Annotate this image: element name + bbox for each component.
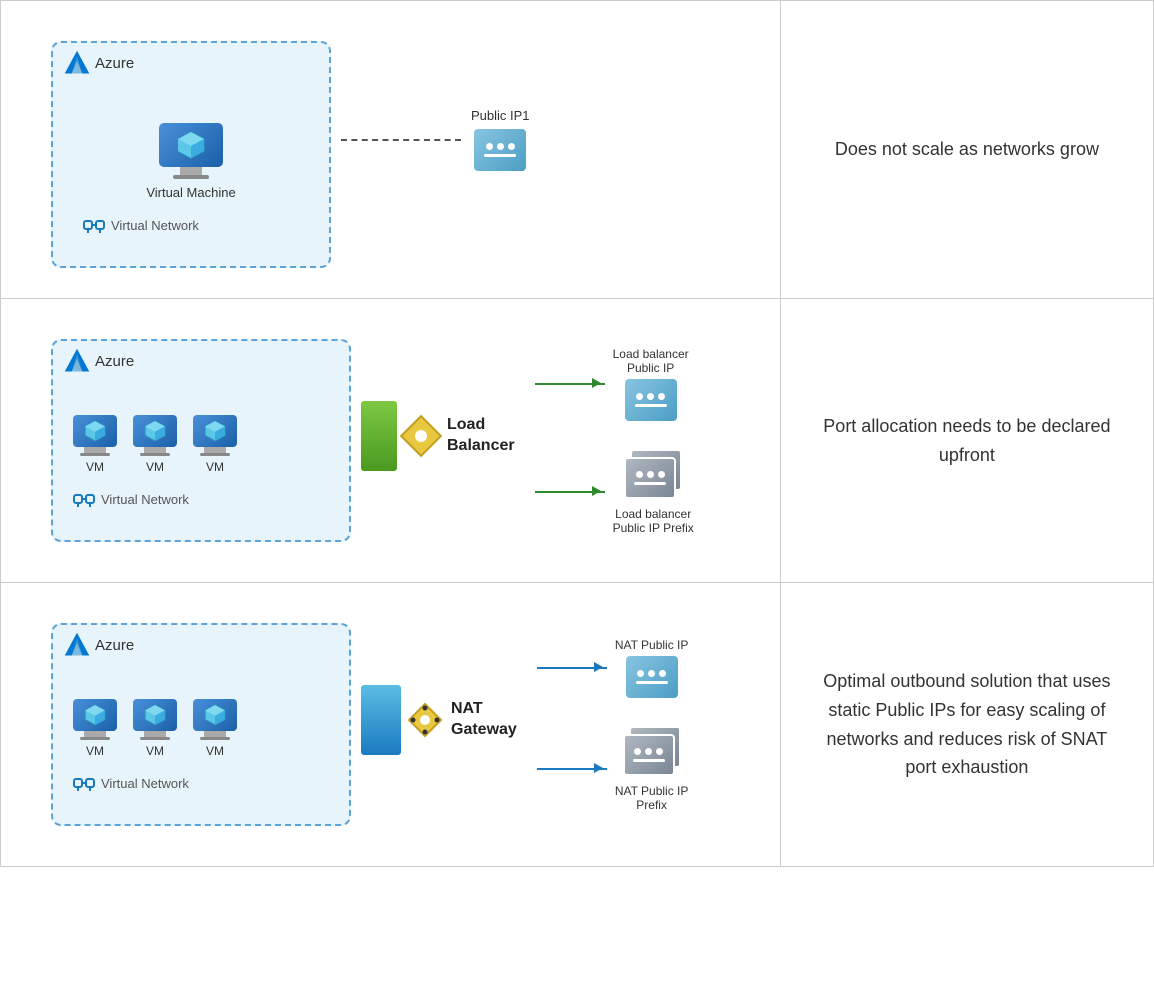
ip1-block-row2: Load balancer Public IP — [613, 347, 689, 421]
row3-right-section: NAT Public IP — [537, 638, 689, 812]
row1-description: Does not scale as networks grow — [835, 139, 1099, 159]
vm-label-3-2: VM — [146, 744, 164, 758]
lb-diamond-icon — [403, 418, 439, 454]
row-1: Azure — [1, 1, 1154, 299]
vm-icon-row1: Virtual Machine — [83, 123, 299, 200]
ip1-label-row3: NAT Public IP — [615, 638, 689, 652]
nat-text: NAT Gateway — [451, 699, 517, 741]
server-icon-row1 — [474, 129, 526, 171]
stacked-server-row2 — [624, 449, 682, 503]
row1-desc-cell: Does not scale as networks grow — [780, 1, 1153, 299]
row2-description: Port allocation needs to be declared upf… — [823, 416, 1110, 465]
cube-sm-r3-3 — [202, 702, 228, 728]
ip2-block-row3: NAT Public IP Prefix — [615, 726, 689, 812]
nat-gateway-group: NAT Gateway — [361, 685, 517, 755]
main-table: Azure — [0, 0, 1154, 867]
vm3-row3: VM — [193, 699, 237, 758]
dot3 — [508, 143, 515, 150]
vnet-label-row1: Virtual Network — [111, 218, 199, 233]
vnet-label-row3: Virtual Network — [101, 776, 189, 791]
arrow-row3-2 — [537, 768, 607, 770]
row3-description: Optimal outbound solution that uses stat… — [823, 671, 1110, 777]
vm1-row2: VM — [73, 415, 117, 474]
row3-diagram-cell: Azure — [1, 583, 781, 867]
row2-ip2-row: Load balancer Public IP Prefix — [535, 449, 694, 535]
nat-diamond-svg — [407, 702, 443, 738]
public-ip-block: Public IP1 — [471, 108, 530, 171]
azure-label-row2: Azure — [95, 353, 134, 370]
vm2-row3: VM — [133, 699, 177, 758]
base-sm-2 — [140, 453, 170, 456]
arrow-row2-1 — [535, 383, 605, 385]
lb-bar-icon — [361, 401, 397, 471]
lb-gateway-group: Load Balancer — [361, 401, 515, 471]
azure-icon-row1 — [63, 49, 91, 77]
vm-label-2-2: VM — [146, 460, 164, 474]
cube-sm-r3-1 — [82, 702, 108, 728]
ip2-label-row3: NAT Public IP Prefix — [615, 784, 689, 812]
vnet-row3: Virtual Network — [73, 772, 329, 794]
row2-ip1-row: Load balancer Public IP — [535, 347, 689, 421]
vm-label-3-1: VM — [86, 744, 104, 758]
stacked-server-row3 — [623, 726, 681, 780]
cube-sm-1 — [82, 418, 108, 444]
vnet-icon-row2 — [73, 488, 95, 510]
ip1-block-row3: NAT Public IP — [615, 638, 689, 698]
arrow-row3-1 — [537, 667, 607, 669]
azure-box-row1: Azure — [51, 41, 331, 268]
vm-label-2-3: VM — [206, 460, 224, 474]
nat-routing-icon — [407, 702, 443, 738]
azure-icon-row3 — [63, 631, 91, 659]
vm-label-row1: Virtual Machine — [146, 185, 235, 200]
azure-logo-row1: Azure — [63, 49, 134, 77]
base-sm-1 — [80, 453, 110, 456]
vm3-row2: VM — [193, 415, 237, 474]
azure-icon-row2 — [63, 347, 91, 375]
vms-group-row2: VM VM — [73, 415, 329, 474]
cube-sm-3 — [202, 418, 228, 444]
vm1-row3: VM — [73, 699, 117, 758]
ip2-label-row2: Load balancer Public IP Prefix — [613, 507, 694, 535]
row3-ip2-row: NAT Public IP Prefix — [537, 726, 689, 812]
azure-box-row3: Azure — [51, 623, 351, 826]
vnet-row1: Virtual Network — [83, 214, 299, 236]
vnet-label-row2: Virtual Network — [101, 492, 189, 507]
vms-group-row3: VM VM — [73, 699, 329, 758]
vnet-icon-row3 — [73, 772, 95, 794]
dot1 — [486, 143, 493, 150]
lb-text: Load Balancer — [447, 415, 515, 457]
vm2-row2: VM — [133, 415, 177, 474]
vnet-row2: Virtual Network — [73, 488, 329, 510]
vm-label-3-3: VM — [206, 744, 224, 758]
vm-label-2-1: VM — [86, 460, 104, 474]
row2-diagram-cell: Azure — [1, 299, 781, 583]
arrow-row2-2 — [535, 491, 605, 493]
row1-diagram-cell: Azure — [1, 1, 781, 299]
row3-desc-cell: Optimal outbound solution that uses stat… — [780, 583, 1153, 867]
row-2: Azure — [1, 299, 1154, 583]
azure-box-row2: Azure — [51, 339, 351, 542]
nat-bar-icon — [361, 685, 401, 755]
server-icon-row3-1 — [626, 656, 678, 698]
cube-sm-2 — [142, 418, 168, 444]
dashed-line-row1 — [341, 139, 461, 141]
ip2-block-row2: Load balancer Public IP Prefix — [613, 449, 694, 535]
ip1-label-row2: Load balancer Public IP — [613, 347, 689, 375]
server-line1 — [484, 154, 516, 157]
row2-right-section: Load balancer Public IP — [535, 347, 694, 535]
azure-label-row1: Azure — [95, 55, 134, 72]
dot2 — [497, 143, 504, 150]
cube-icon-row1 — [174, 128, 208, 162]
azure-label-row3: Azure — [95, 637, 134, 654]
azure-logo-row2: Azure — [63, 347, 134, 375]
public-ip-label: Public IP1 — [471, 108, 530, 123]
row2-desc-cell: Port allocation needs to be declared upf… — [780, 299, 1153, 583]
row-3: Azure — [1, 583, 1154, 867]
vnet-icon-row1 — [83, 214, 105, 236]
cube-sm-r3-2 — [142, 702, 168, 728]
azure-logo-row3: Azure — [63, 631, 134, 659]
server-icon-row2-1 — [625, 379, 677, 421]
row3-ip1-row: NAT Public IP — [537, 638, 689, 698]
base-sm-3 — [200, 453, 230, 456]
